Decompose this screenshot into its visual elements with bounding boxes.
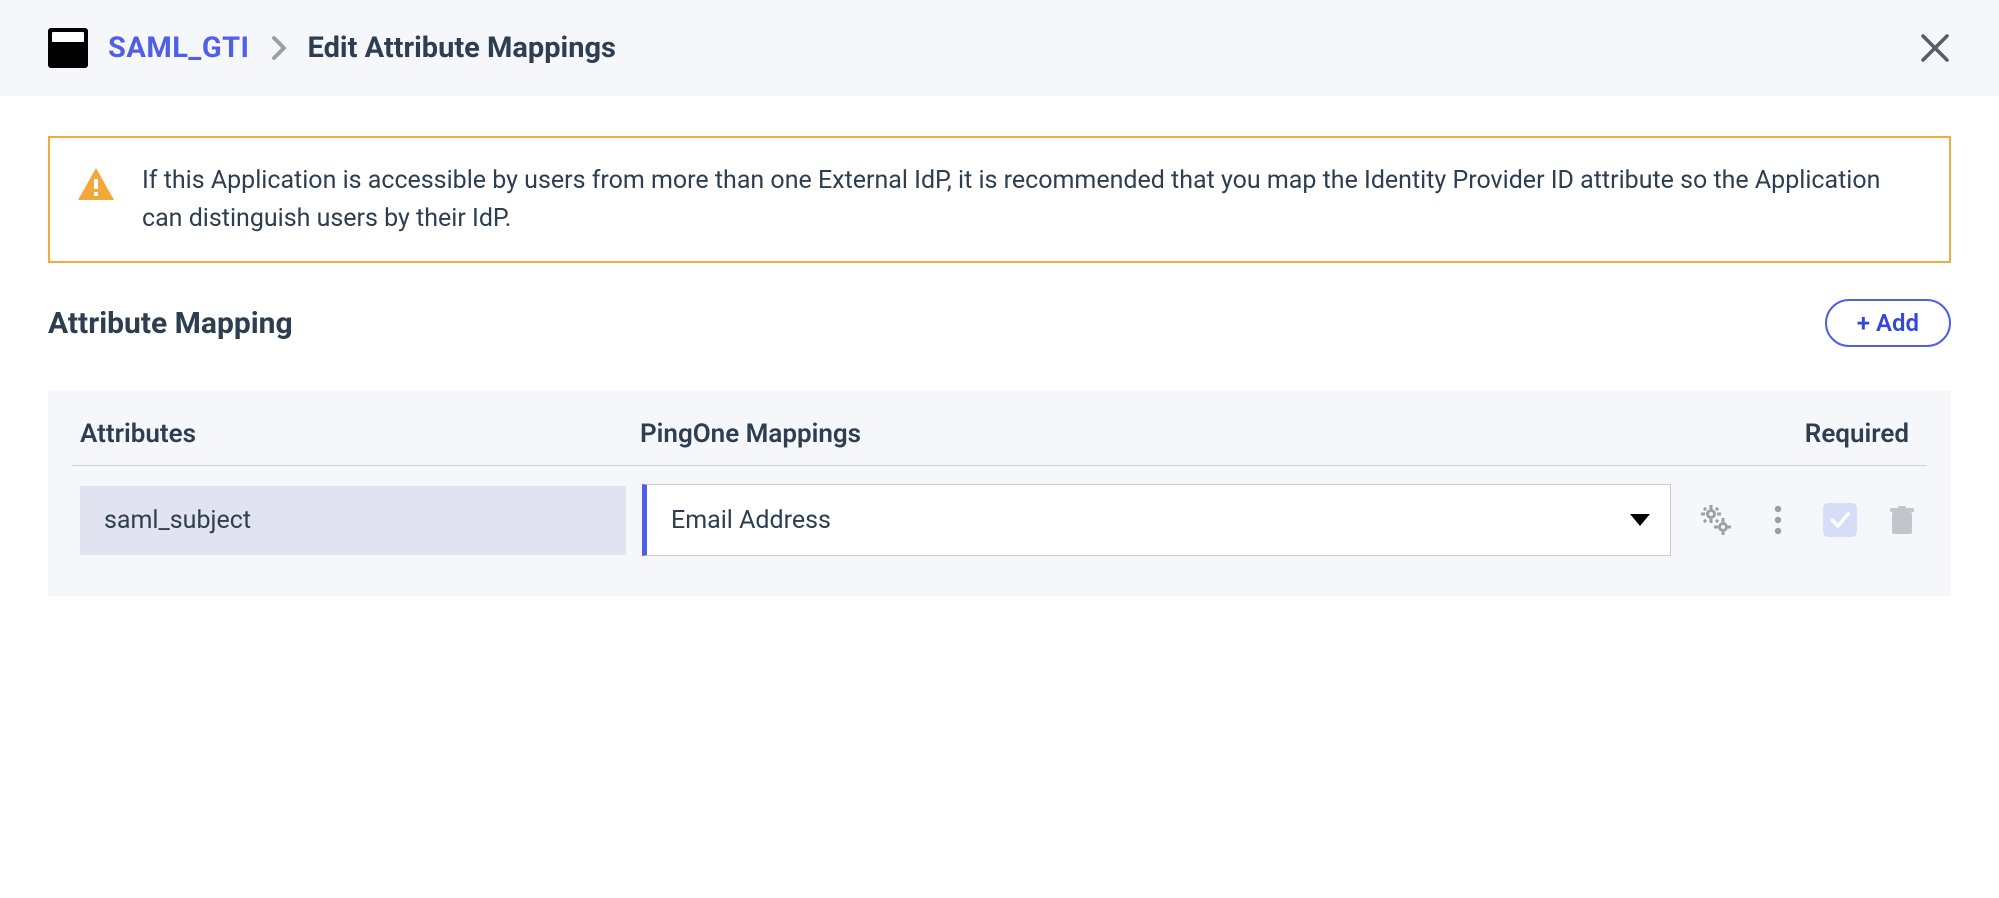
mapping-input[interactable] [671,506,1630,535]
application-icon [48,28,88,68]
more-options-button[interactable] [1761,503,1795,537]
attribute-name: saml_subject [80,486,626,555]
caret-down-icon [1630,511,1650,530]
close-icon [1919,32,1951,64]
content-area: If this Application is accessible by use… [0,96,1999,636]
column-header-required: Required [1729,419,1919,449]
warning-text: If this Application is accessible by use… [142,162,1921,237]
column-header-attributes: Attributes [80,419,640,449]
page-header: SAML_GTI Edit Attribute Mappings [0,0,1999,96]
add-button[interactable]: + Add [1825,299,1951,347]
advanced-settings-button[interactable] [1699,503,1733,537]
column-header-mappings: PingOne Mappings [640,419,1729,449]
warning-icon [78,168,114,204]
trash-icon [1890,506,1914,534]
kebab-icon [1774,505,1782,535]
section-header: Attribute Mapping + Add [48,299,1951,347]
delete-button[interactable] [1885,503,1919,537]
mapping-table: Attributes PingOne Mappings Required sam… [48,391,1951,596]
table-row: saml_subject [72,466,1927,556]
gears-icon [1701,505,1731,535]
row-actions [1687,503,1919,537]
check-icon [1829,509,1851,531]
chevron-right-icon [270,34,288,62]
section-title: Attribute Mapping [48,306,293,341]
mapping-select[interactable] [642,484,1671,556]
warning-alert: If this Application is accessible by use… [48,136,1951,263]
breadcrumb: SAML_GTI Edit Attribute Mappings [48,28,616,68]
table-header-row: Attributes PingOne Mappings Required [72,419,1927,466]
required-checkbox[interactable] [1823,503,1857,537]
breadcrumb-link-app[interactable]: SAML_GTI [108,31,250,65]
close-button[interactable] [1919,32,1951,64]
breadcrumb-current: Edit Attribute Mappings [308,31,616,65]
